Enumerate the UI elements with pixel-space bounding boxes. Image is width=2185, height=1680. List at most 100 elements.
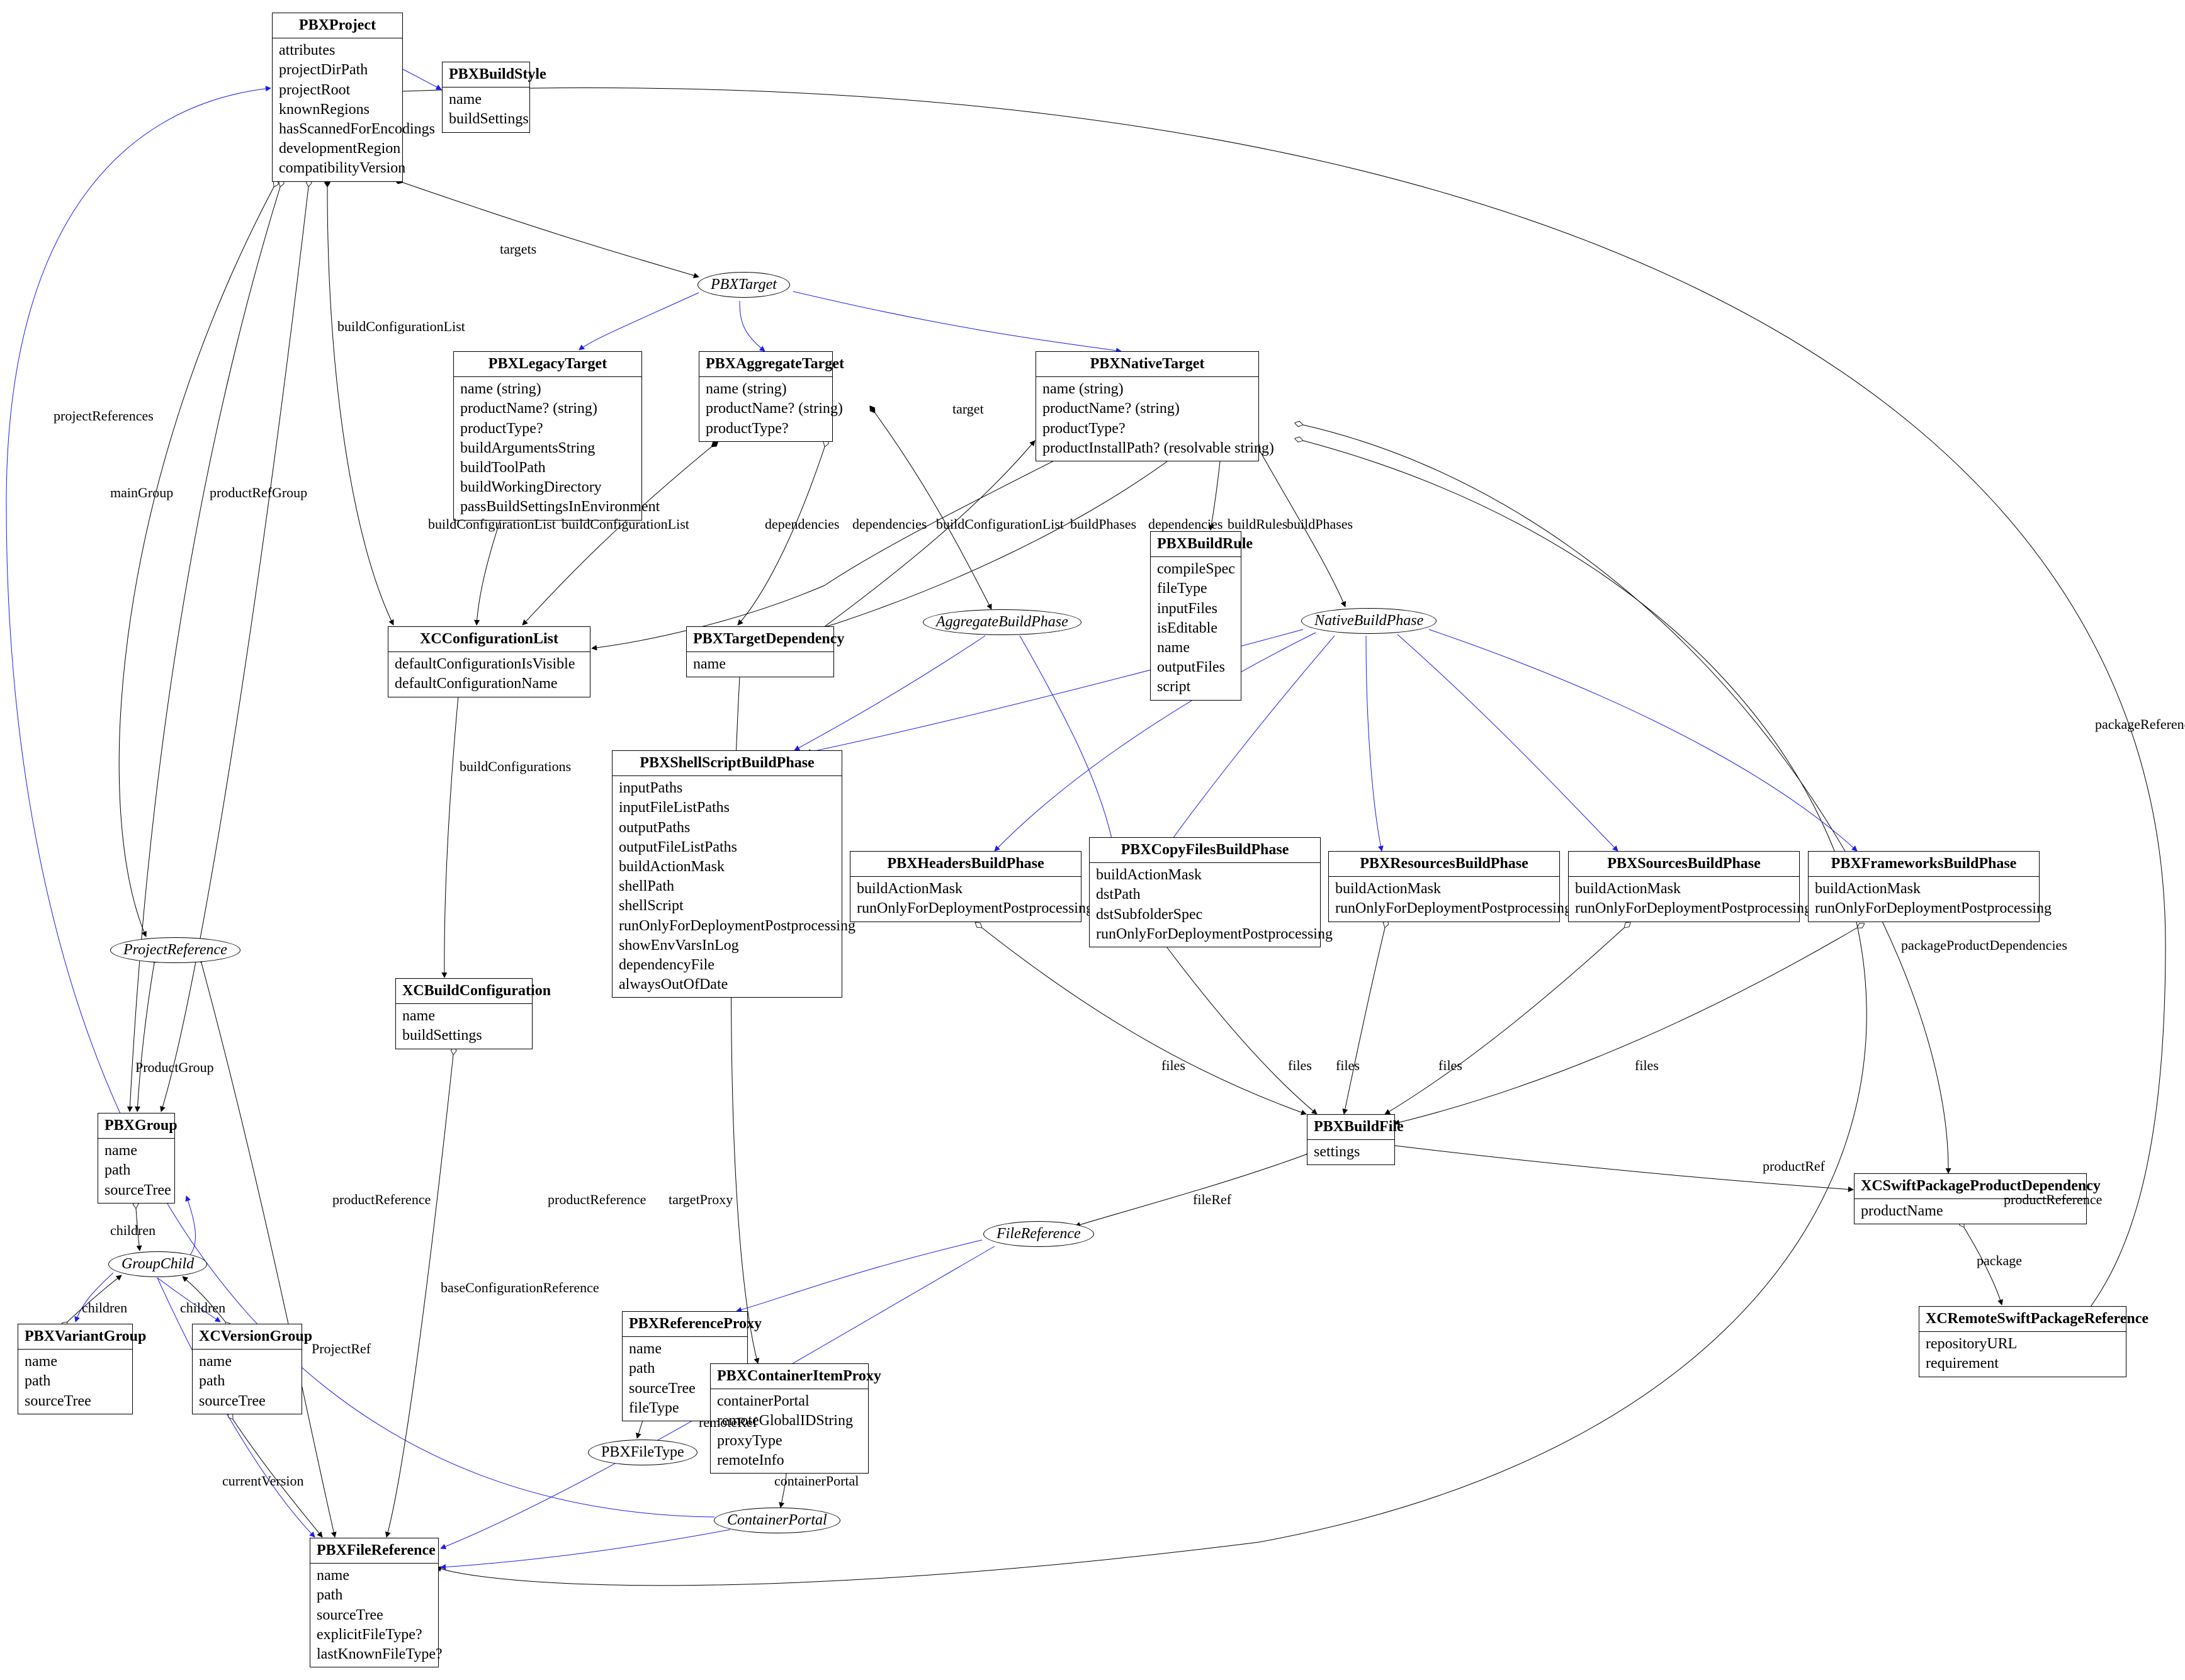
- node-title: XCConfigurationList: [388, 627, 590, 652]
- attr-line: outputFiles: [1157, 658, 1234, 677]
- node-title: PBXResourcesBuildPhase: [1329, 852, 1559, 877]
- attr-line: productName? (string): [1042, 399, 1252, 419]
- attr-line: requirement: [1926, 1354, 2120, 1373]
- attr-line: path: [104, 1161, 168, 1180]
- node-xcbuildconfiguration: XCBuildConfiguration namebuildSettings: [395, 978, 533, 1049]
- label-files-1: files: [1161, 1057, 1185, 1074]
- node-title: PBXProject: [273, 13, 402, 38]
- attr-line: productType?: [460, 419, 635, 439]
- attr-line: buildActionMask: [1815, 879, 2033, 899]
- label-package: package: [1977, 1253, 2022, 1269]
- attr-line: name: [1157, 638, 1234, 658]
- node-title: XCRemoteSwiftPackageReference: [1919, 1307, 2126, 1332]
- attr-line: name (string): [706, 380, 826, 399]
- attr-line: buildActionMask: [1335, 879, 1553, 899]
- node-title: PBXContainerItemProxy: [711, 1364, 868, 1389]
- ellipse-projectreference: ProjectReference: [110, 937, 240, 963]
- label-packagereferences: packageReferences: [2095, 716, 2185, 733]
- label-buildconfigurations: buildConfigurations: [460, 758, 571, 775]
- attr-line: containerPortal: [717, 1392, 862, 1411]
- node-attrs-pbxbuildfile: settings: [1307, 1140, 1394, 1164]
- attr-line: developmentRegion: [279, 139, 396, 159]
- ellipse-groupchild: GroupChild: [108, 1251, 207, 1277]
- node-title: PBXNativeTarget: [1036, 352, 1258, 377]
- label-children-var: children: [82, 1300, 127, 1316]
- node-pbxframeworksbuildphase: PBXFrameworksBuildPhase buildActionMaskr…: [1808, 851, 2040, 922]
- label-children-grp: children: [110, 1222, 155, 1239]
- label-productgroup: ProductGroup: [135, 1059, 214, 1076]
- label-maingroup: mainGroup: [110, 485, 173, 501]
- node-title: PBXShellScriptBuildPhase: [613, 751, 842, 776]
- attr-line: name: [199, 1352, 295, 1372]
- attr-line: buildActionMask: [857, 879, 1075, 899]
- node-title: XCVersionGroup: [193, 1324, 302, 1350]
- attr-line: outputPaths: [619, 818, 835, 838]
- attr-line: attributes: [279, 41, 396, 60]
- node-attrs-pbxsourcesbuildphase: buildActionMaskrunOnlyForDeploymentPostp…: [1569, 877, 1799, 921]
- label-bcl-proj: buildConfigurationList: [337, 319, 465, 335]
- attr-line: compileSpec: [1157, 560, 1234, 579]
- attr-line: sourceTree: [317, 1606, 432, 1625]
- attr-line: outputFileListPaths: [619, 838, 835, 857]
- node-xcremoteswiftpackagereference: XCRemoteSwiftPackageReference repository…: [1919, 1306, 2126, 1377]
- node-title: PBXLegacyTarget: [454, 352, 641, 377]
- node-attrs-xcremoteswiftpackagereference: repositoryURLrequirement: [1919, 1332, 2126, 1376]
- label-productref: productRef: [1763, 1158, 1825, 1175]
- node-pbxsourcesbuildphase: PBXSourcesBuildPhase buildActionMaskrunO…: [1568, 851, 1800, 922]
- label-packageproductdependencies: packageProductDependencies: [1901, 937, 2067, 954]
- attr-line: runOnlyForDeploymentPostprocessing: [1575, 899, 1793, 918]
- attr-line: productInstallPath? (resolvable string): [1042, 439, 1252, 458]
- attr-line: passBuildSettingsInEnvironment: [460, 497, 635, 517]
- attr-line: settings: [1314, 1142, 1388, 1162]
- label-files-4: files: [1438, 1057, 1462, 1074]
- node-attrs-pbxheadersbuildphase: buildActionMaskrunOnlyForDeploymentPostp…: [850, 877, 1081, 921]
- node-attrs-xcbuildconfiguration: namebuildSettings: [396, 1004, 532, 1048]
- node-title: PBXTargetDependency: [687, 627, 833, 652]
- attr-line: sourceTree: [25, 1392, 126, 1411]
- node-attrs-pbxtargetdependency: name: [687, 652, 833, 677]
- node-pbxbuildstyle: PBXBuildStyle namebuildSettings: [442, 62, 530, 133]
- attr-line: productType?: [706, 419, 826, 439]
- node-pbxbuildfile: PBXBuildFile settings: [1307, 1114, 1395, 1165]
- node-attrs-pbxframeworksbuildphase: buildActionMaskrunOnlyForDeploymentPostp…: [1809, 877, 2039, 921]
- node-pbxbuildrule: PBXBuildRule compileSpecfileTypeinputFil…: [1150, 531, 1241, 701]
- node-xcconfigurationlist: XCConfigurationList defaultConfiguration…: [388, 626, 590, 697]
- label-files-3: files: [1336, 1057, 1360, 1074]
- attr-line: name: [449, 90, 523, 110]
- attr-line: remoteInfo: [717, 1451, 862, 1470]
- label-containerportal: containerPortal: [774, 1473, 859, 1489]
- label-productreference-pr: productReference: [332, 1192, 431, 1208]
- attr-line: sourceTree: [104, 1181, 168, 1200]
- attr-line: defaultConfigurationName: [395, 674, 584, 694]
- attr-line: name: [317, 1566, 432, 1586]
- label-dep-agg2: dependencies: [852, 516, 927, 533]
- node-attrs-pbxbuildrule: compileSpecfileTypeinputFilesisEditablen…: [1151, 557, 1241, 699]
- attr-line: name (string): [460, 380, 635, 399]
- attr-line: runOnlyForDeploymentPostprocessing: [1096, 925, 1314, 944]
- label-target: target: [952, 401, 984, 417]
- attr-line: defaultConfigurationIsVisible: [395, 655, 584, 674]
- node-attrs-pbxfilereference: namepathsourceTreeexplicitFileType?lastK…: [310, 1564, 438, 1667]
- label-currentversion: currentVersion: [222, 1473, 304, 1489]
- attr-line: shellPath: [619, 877, 835, 896]
- attr-line: name: [25, 1352, 126, 1372]
- label-bcl-agg: buildConfigurationList: [562, 516, 689, 533]
- node-title: PBXFrameworksBuildPhase: [1809, 852, 2039, 877]
- node-pbxproject: PBXProject attributesprojectDirPathproje…: [272, 13, 403, 182]
- label-fileref: fileRef: [1193, 1192, 1231, 1208]
- node-title: PBXCopyFilesBuildPhase: [1090, 838, 1320, 863]
- ellipse-aggregatebuildphase: AggregateBuildPhase: [923, 609, 1081, 635]
- attr-line: inputPaths: [619, 779, 835, 798]
- attr-line: buildSettings: [402, 1026, 526, 1046]
- attr-line: buildSettings: [449, 110, 523, 129]
- attr-line: buildActionMask: [619, 857, 835, 877]
- attr-line: dependencyFile: [619, 956, 835, 975]
- attr-line: dstSubfolderSpec: [1096, 905, 1314, 925]
- ellipse-nativebuildphase: NativeBuildPhase: [1301, 608, 1437, 634]
- attr-line: productType?: [1042, 419, 1252, 439]
- node-pbxshellscriptbuildphase: PBXShellScriptBuildPhase inputPathsinput…: [612, 750, 842, 998]
- node-title: PBXVariantGroup: [18, 1324, 132, 1350]
- node-xcversiongroup: XCVersionGroup namepathsourceTree: [192, 1324, 302, 1414]
- attr-line: lastKnownFileType?: [317, 1645, 432, 1664]
- label-targets: targets: [500, 241, 536, 257]
